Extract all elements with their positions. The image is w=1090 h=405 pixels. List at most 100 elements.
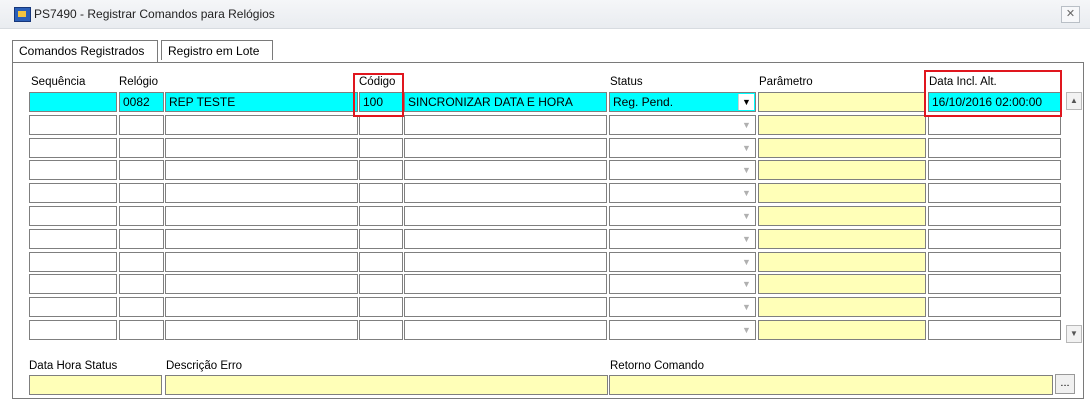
codigo-cell[interactable] (359, 274, 403, 294)
chevron-down-icon[interactable]: ▼ (739, 185, 754, 201)
chevron-down-icon[interactable]: ▼ (739, 299, 754, 315)
parametro-cell[interactable] (758, 206, 926, 226)
parametro-cell[interactable] (758, 138, 926, 158)
descricao-cell[interactable] (404, 274, 607, 294)
descricao-cell[interactable] (404, 160, 607, 180)
relogio-code-cell[interactable] (119, 138, 164, 158)
relogio-name-cell[interactable] (165, 206, 358, 226)
descricao-cell[interactable] (404, 320, 607, 340)
data-incl-cell[interactable] (928, 160, 1061, 180)
codigo-cell[interactable] (359, 115, 403, 135)
sequencia-cell[interactable] (29, 183, 117, 203)
status-select[interactable]: ▼ (609, 183, 756, 203)
codigo-cell[interactable] (359, 297, 403, 317)
relogio-name-cell[interactable] (165, 229, 358, 249)
parametro-cell[interactable] (758, 252, 926, 272)
sequencia-cell[interactable] (29, 92, 117, 112)
chevron-down-icon[interactable]: ▼ (739, 276, 754, 292)
descricao-cell[interactable] (404, 206, 607, 226)
relogio-name-cell[interactable] (165, 183, 358, 203)
status-select[interactable]: ▼ (609, 229, 756, 249)
status-select[interactable]: ▼ (609, 274, 756, 294)
parametro-cell[interactable] (758, 92, 926, 112)
relogio-code-cell[interactable] (119, 229, 164, 249)
codigo-cell[interactable] (359, 206, 403, 226)
descricao-cell[interactable] (404, 115, 607, 135)
descricao-cell[interactable] (404, 297, 607, 317)
relogio-name-cell[interactable] (165, 320, 358, 340)
chevron-down-icon[interactable]: ▼ (739, 254, 754, 270)
descricao-cell[interactable] (404, 138, 607, 158)
data-hora-status-field[interactable] (29, 375, 162, 395)
relogio-name-cell[interactable] (165, 115, 358, 135)
parametro-cell[interactable] (758, 229, 926, 249)
relogio-code-cell[interactable] (119, 160, 164, 180)
data-incl-cell[interactable] (928, 229, 1061, 249)
codigo-cell[interactable] (359, 138, 403, 158)
descricao-erro-field[interactable] (165, 375, 608, 395)
parametro-cell[interactable] (758, 183, 926, 203)
status-select[interactable]: ▼ (609, 297, 756, 317)
chevron-down-icon[interactable]: ▼ (739, 117, 754, 133)
relogio-name-cell[interactable] (165, 138, 358, 158)
data-incl-cell[interactable] (928, 320, 1061, 340)
status-select[interactable]: ▼ (609, 320, 756, 340)
sequencia-cell[interactable] (29, 320, 117, 340)
sequencia-cell[interactable] (29, 115, 117, 135)
status-select[interactable]: ▼ (609, 115, 756, 135)
data-incl-cell[interactable] (928, 138, 1061, 158)
descricao-cell[interactable]: SINCRONIZAR DATA E HORA (404, 92, 607, 112)
status-select[interactable]: ▼ (609, 252, 756, 272)
status-select[interactable]: ▼ (609, 160, 756, 180)
codigo-cell[interactable] (359, 183, 403, 203)
data-incl-cell[interactable] (928, 183, 1061, 203)
descricao-cell[interactable] (404, 252, 607, 272)
tab-comandos-registrados[interactable]: Comandos Registrados (12, 40, 158, 62)
sequencia-cell[interactable] (29, 160, 117, 180)
parametro-cell[interactable] (758, 274, 926, 294)
data-incl-cell[interactable]: 16/10/2016 02:00:00 (928, 92, 1061, 112)
status-select[interactable]: Reg. Pend. ▼ (609, 92, 756, 112)
parametro-cell[interactable] (758, 160, 926, 180)
scroll-down-icon[interactable]: ▼ (1066, 325, 1082, 343)
relogio-code-cell[interactable] (119, 274, 164, 294)
more-button[interactable]: ... (1055, 374, 1075, 394)
parametro-cell[interactable] (758, 320, 926, 340)
codigo-cell[interactable] (359, 160, 403, 180)
descricao-cell[interactable] (404, 183, 607, 203)
sequencia-cell[interactable] (29, 274, 117, 294)
relogio-code-cell[interactable] (119, 252, 164, 272)
chevron-down-icon[interactable]: ▼ (739, 208, 754, 224)
codigo-cell[interactable] (359, 252, 403, 272)
data-incl-cell[interactable] (928, 252, 1061, 272)
relogio-name-cell[interactable] (165, 160, 358, 180)
sequencia-cell[interactable] (29, 252, 117, 272)
close-button[interactable]: ✕ (1061, 6, 1080, 23)
chevron-down-icon[interactable]: ▼ (739, 322, 754, 338)
relogio-name-cell[interactable] (165, 297, 358, 317)
data-incl-cell[interactable] (928, 115, 1061, 135)
relogio-code-cell[interactable] (119, 320, 164, 340)
relogio-name-cell[interactable] (165, 252, 358, 272)
tab-registro-em-lote[interactable]: Registro em Lote (161, 40, 273, 60)
relogio-name-cell[interactable]: REP TESTE (165, 92, 358, 112)
chevron-down-icon[interactable]: ▼ (739, 231, 754, 247)
sequencia-cell[interactable] (29, 138, 117, 158)
codigo-cell[interactable] (359, 229, 403, 249)
parametro-cell[interactable] (758, 115, 926, 135)
descricao-cell[interactable] (404, 229, 607, 249)
data-incl-cell[interactable] (928, 206, 1061, 226)
status-select[interactable]: ▼ (609, 138, 756, 158)
sequencia-cell[interactable] (29, 229, 117, 249)
relogio-code-cell[interactable] (119, 206, 164, 226)
codigo-cell[interactable] (359, 320, 403, 340)
relogio-code-cell[interactable] (119, 297, 164, 317)
chevron-down-icon[interactable]: ▼ (739, 162, 754, 178)
relogio-code-cell[interactable] (119, 183, 164, 203)
codigo-cell[interactable]: 100 (359, 92, 403, 112)
scroll-up-icon[interactable]: ▲ (1066, 92, 1082, 110)
relogio-name-cell[interactable] (165, 274, 358, 294)
sequencia-cell[interactable] (29, 297, 117, 317)
relogio-code-cell[interactable]: 0082 (119, 92, 164, 112)
parametro-cell[interactable] (758, 297, 926, 317)
